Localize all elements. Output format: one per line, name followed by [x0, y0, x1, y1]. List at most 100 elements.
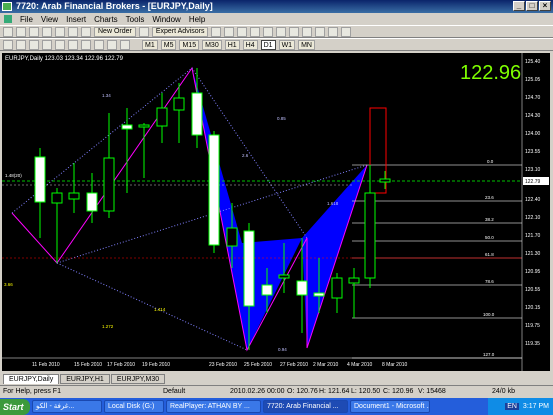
pattern-label: 0.85 [277, 116, 286, 121]
tab-eurjpy-daily[interactable]: EURJPY,Daily [3, 374, 60, 384]
label-icon[interactable] [107, 39, 117, 50]
pattern-label: 0.94 [278, 347, 287, 352]
timeframe-m30[interactable]: M30 [202, 39, 222, 50]
candle-bull [313, 292, 325, 297]
taskbar-item-browser[interactable]: غرفة - الكو... [32, 400, 102, 413]
candle-bull [208, 134, 220, 246]
terminal-icon[interactable] [68, 26, 78, 37]
horizontal-line-icon[interactable] [42, 39, 52, 50]
new-chart-icon[interactable] [3, 26, 13, 37]
bar-chart-icon[interactable] [211, 26, 222, 37]
new-order-button[interactable]: New Order [94, 26, 136, 37]
candle-bull [243, 230, 255, 307]
timeframe-d1[interactable]: D1 [260, 39, 276, 50]
candlestick-icon[interactable] [224, 26, 235, 37]
timeframe-w1[interactable]: W1 [278, 39, 296, 50]
fib-label: 23.6 [485, 195, 494, 200]
candle-bear [226, 227, 238, 247]
metaeditor-icon[interactable] [138, 26, 149, 37]
clock[interactable]: 3:17 PM [523, 403, 549, 410]
start-button[interactable]: Start [0, 398, 30, 415]
periods-icon[interactable] [328, 26, 339, 37]
fib-label: 50.0 [485, 235, 494, 240]
navigator-icon[interactable] [55, 26, 65, 37]
menu-bar: File View Insert Charts Tools Window Hel… [0, 13, 553, 25]
fib-label: 61.8 [485, 252, 494, 257]
autoscroll-icon[interactable] [289, 26, 300, 37]
timeframe-m15[interactable]: M15 [179, 39, 200, 50]
crosshair-icon[interactable] [16, 39, 26, 50]
status-profile: Default [163, 388, 186, 395]
tab-eurjpy-h1[interactable]: EURJPY,H1 [60, 374, 110, 384]
candle-bear [364, 192, 376, 279]
window-title-bar[interactable]: 7720: Arab Financial Brokers - [EURJPY,D… [0, 0, 553, 13]
price-label: 124.30 [525, 113, 541, 119]
timeframe-h1[interactable]: H1 [224, 39, 240, 50]
maximize-button[interactable]: □ [526, 1, 538, 11]
minimize-button[interactable]: _ [513, 1, 525, 11]
channel-icon[interactable] [68, 39, 78, 50]
fibonacci-icon[interactable] [81, 39, 91, 50]
vertical-line-icon[interactable] [29, 39, 39, 50]
tab-eurjpy-m30[interactable]: EURJPY,M30 [110, 374, 166, 384]
templates-icon[interactable] [341, 26, 352, 37]
price-label: 124.00 [525, 131, 541, 137]
timeframe-m5[interactable]: M5 [160, 39, 177, 50]
menu-help[interactable]: Help [189, 15, 205, 24]
timeframe-m1[interactable]: M1 [142, 39, 158, 50]
line-chart-icon[interactable] [237, 26, 248, 37]
chart-canvas[interactable]: 125.40 125.05 124.70 124.30 124.00 123.5… [2, 53, 550, 371]
date-label: 25 Feb 2010 [244, 362, 272, 368]
pattern-triangle-right [302, 165, 367, 348]
text-icon[interactable] [94, 39, 104, 50]
taskbar-item-realplayer[interactable]: RealPlayer: ATHAN BY ... [166, 400, 261, 413]
language-indicator[interactable]: EN [505, 403, 519, 410]
price-label: 123.55 [525, 149, 541, 155]
fibonacci-levels[interactable] [352, 164, 522, 359]
date-label: 2 Mar 2010 [313, 362, 339, 368]
price-label: 121.30 [525, 251, 541, 257]
app-icon [2, 2, 12, 11]
profiles-icon[interactable] [16, 26, 26, 37]
price-chart[interactable]: 125.40 125.05 124.70 124.30 124.00 123.5… [2, 53, 550, 371]
trendline-icon[interactable] [55, 39, 65, 50]
candle-bear [379, 178, 391, 183]
taskbar-item-local-disk[interactable]: Local Disk (G:) [104, 400, 164, 413]
periodicity-toolbar: M1 M5 M15 M30 H1 H4 D1 W1 MN [0, 38, 553, 51]
taskbar-item-metatrader[interactable]: 7720: Arab Financial ... [263, 400, 348, 413]
timeframe-mn[interactable]: MN [298, 39, 315, 50]
cursor-icon[interactable] [3, 39, 13, 50]
date-label: 8 Mar 2010 [382, 362, 408, 368]
timeframe-h4[interactable]: H4 [242, 39, 258, 50]
expert-advisors-button[interactable]: Expert Advisors [151, 26, 209, 37]
zoom-out-icon[interactable] [263, 26, 274, 37]
pattern-label: 1.618 [327, 201, 339, 206]
status-help: For Help, press F1 [3, 388, 61, 395]
status-datetime: 2010.02.26 00:00 [230, 388, 285, 395]
menu-view[interactable]: View [41, 15, 58, 24]
candle-bull [296, 280, 308, 296]
menu-insert[interactable]: Insert [66, 15, 86, 24]
candle-bear [156, 107, 168, 127]
zoom-in-icon[interactable] [250, 26, 261, 37]
candle-bull [86, 192, 98, 212]
price-label: 122.10 [525, 215, 541, 221]
chart-shift-icon[interactable] [302, 26, 313, 37]
date-label: 15 Feb 2010 [74, 362, 102, 368]
data-window-icon[interactable] [42, 26, 52, 37]
close-button[interactable]: × [539, 1, 551, 11]
arrows-icon[interactable] [120, 39, 130, 50]
tile-windows-icon[interactable] [276, 26, 287, 37]
indicators-icon[interactable] [315, 26, 326, 37]
candle-bear [68, 192, 80, 200]
menu-file[interactable]: File [20, 15, 33, 24]
menu-charts[interactable]: Charts [94, 15, 118, 24]
pattern-label: 1.48(20) [5, 173, 22, 178]
taskbar-item-word[interactable]: Document1 - Microsoft ... [350, 400, 430, 413]
menu-tools[interactable]: Tools [126, 15, 145, 24]
new-order-label: New Order [98, 28, 132, 35]
taskbar: Start غرفة - الكو... Local Disk (G:) Rea… [0, 398, 553, 415]
market-watch-icon[interactable] [29, 26, 39, 37]
menu-window[interactable]: Window [152, 15, 180, 24]
tester-icon[interactable] [81, 26, 91, 37]
